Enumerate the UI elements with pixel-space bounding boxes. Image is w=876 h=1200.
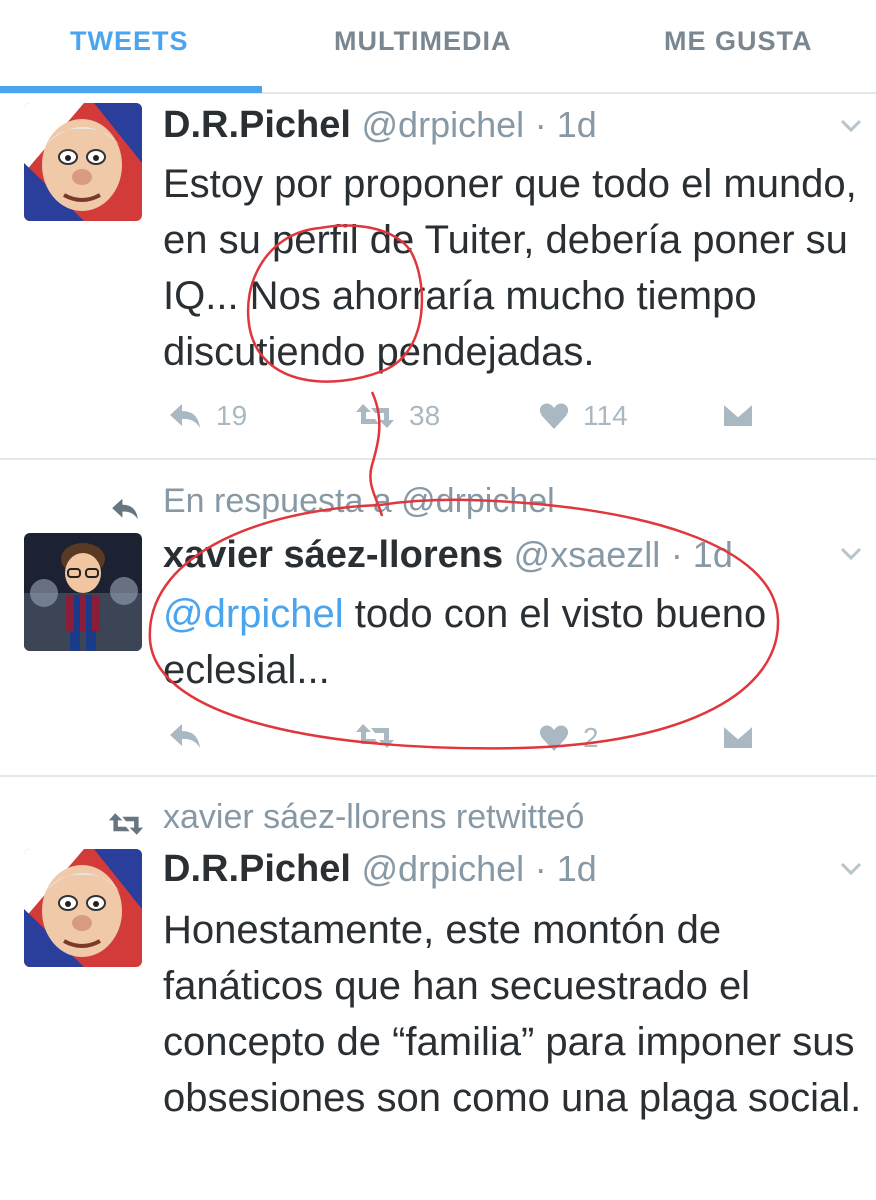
like-count: 2 [583,722,599,753]
retweet-context-icon [108,813,144,835]
reply-context[interactable]: En respuesta a @drpichel [163,482,555,521]
tweet-time: · 1d [534,848,597,889]
envelope-icon [722,402,754,428]
avatar[interactable] [24,103,142,221]
retweet-button[interactable]: 38 [355,400,440,432]
author-name[interactable]: D.R.Pichel [163,848,351,890]
caricature-avatar-icon [24,849,142,967]
active-tab-indicator [0,86,262,93]
author-name[interactable]: D.R.Pichel [163,104,351,146]
divider [0,775,876,777]
reply-button[interactable] [168,722,216,750]
author-handle[interactable]: @drpichel [362,848,525,889]
reply-count: 19 [216,400,248,431]
tweet-time: · 1d [534,104,597,145]
chevron-down-icon[interactable] [838,540,864,566]
like-count: 114 [583,400,628,431]
like-button[interactable]: 2 [539,722,599,754]
caricature-avatar-icon [24,103,142,221]
retweet-icon [356,404,394,428]
retweet-count: 38 [409,400,441,431]
like-button[interactable]: 114 [539,400,628,432]
retweet-button[interactable] [355,722,409,750]
heart-icon [539,725,569,751]
tab-tweets[interactable]: TWEETS [70,26,189,57]
avatar[interactable] [24,849,142,967]
author-line: D.R.Pichel @drpichel · 1d [163,848,597,891]
retweet-context[interactable]: xavier sáez-llorens retwitteó [163,798,584,837]
chevron-down-icon[interactable] [838,855,864,881]
direct-message-button[interactable] [722,402,754,428]
avatar[interactable] [24,533,142,651]
retweet-icon [356,724,394,748]
author-name[interactable]: xavier sáez-llorens [163,534,503,576]
tab-me-gusta[interactable]: ME GUSTA [664,26,813,57]
tweet-text: Estoy por proponer que todo el mundo, en… [163,162,857,374]
direct-message-button[interactable] [722,724,754,750]
cartoon-player-avatar-icon [24,533,142,651]
heart-icon [539,403,569,429]
tweet-time: · 1d [670,534,733,575]
author-handle[interactable]: @xsaezll [514,534,661,575]
tweet-text: @drpichel todo con el visto bueno eclesi… [163,586,863,698]
reply-button[interactable]: 19 [168,400,247,432]
reply-icon [170,404,200,428]
author-handle[interactable]: @drpichel [362,104,525,145]
divider [0,458,876,460]
profile-tabs: TWEETS MULTIMEDIA ME GUSTA [0,0,876,94]
envelope-icon [722,724,754,750]
chevron-down-icon[interactable] [838,112,864,138]
author-line: xavier sáez-llorens @xsaezll · 1d [163,534,733,577]
tab-multimedia[interactable]: MULTIMEDIA [334,26,511,57]
reply-icon [170,724,200,748]
tweet-text: Honestamente, este montón de fanáticos q… [163,908,862,1120]
mention-link[interactable]: @drpichel [163,592,344,636]
reply-context-icon [112,498,138,520]
author-line: D.R.Pichel @drpichel · 1d [163,104,597,147]
